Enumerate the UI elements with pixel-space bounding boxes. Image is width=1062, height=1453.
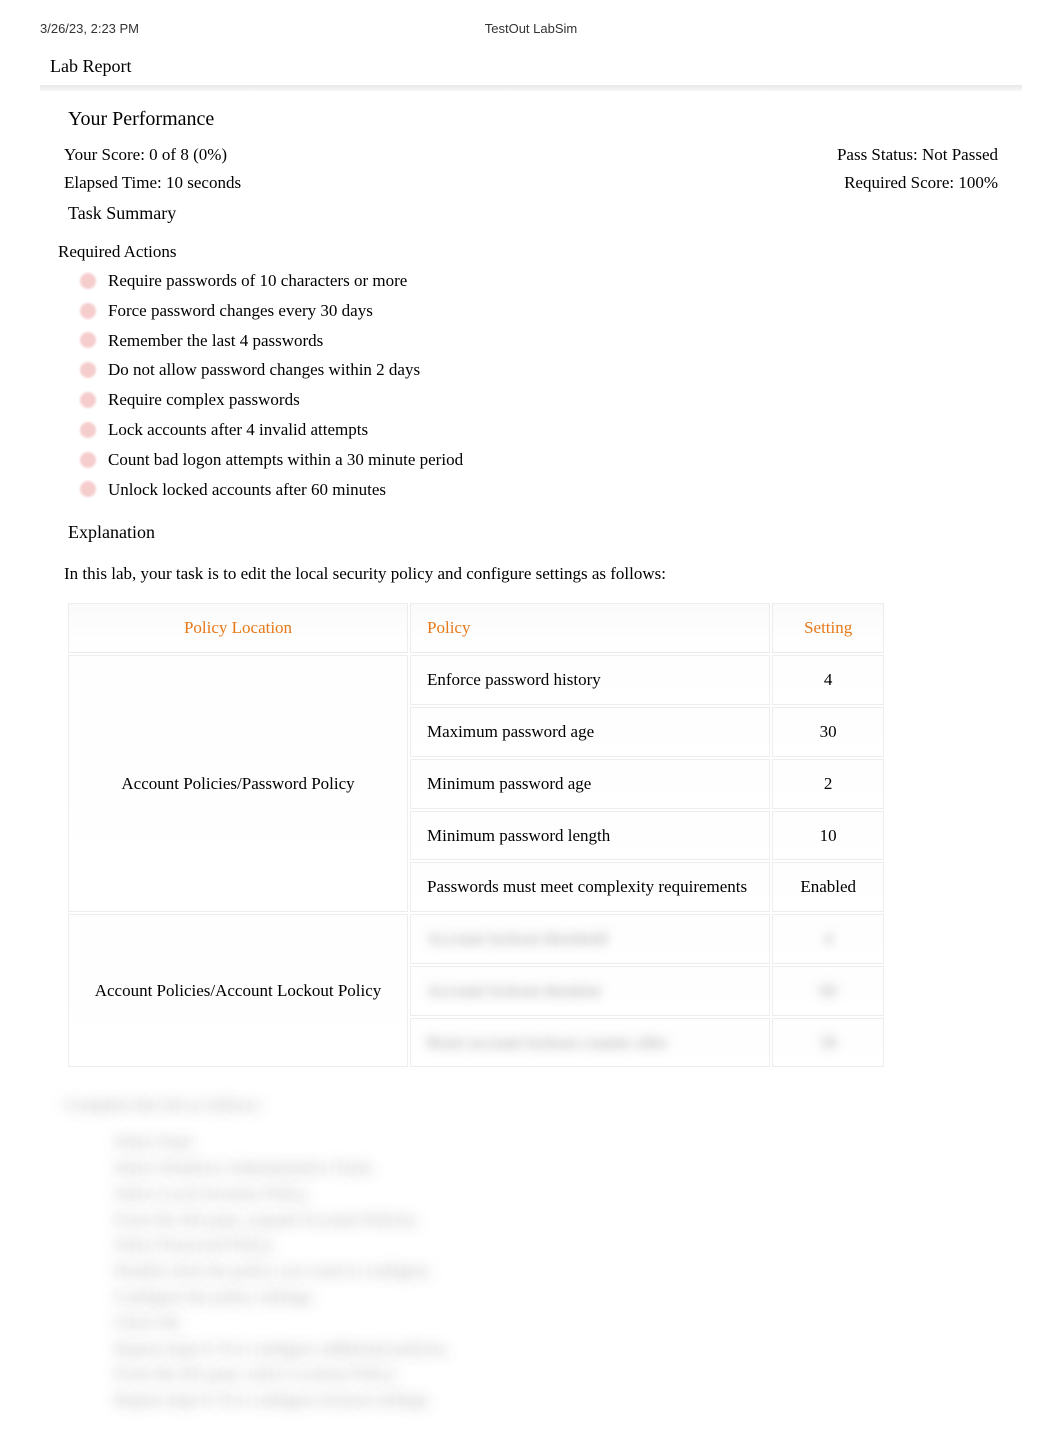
cell-setting: 60	[772, 966, 884, 1016]
instructions-list: Select Start. Select Windows Administrat…	[64, 1121, 998, 1413]
instruction-step: Repeat steps 6–8 to configure lockout se…	[114, 1387, 998, 1413]
page-header: 3/26/23, 2:23 PM TestOut LabSim	[40, 20, 1022, 46]
action-text: Count bad logon attempts within a 30 min…	[108, 448, 463, 472]
cell-setting: 30	[772, 707, 884, 757]
list-item: Remember the last 4 passwords	[80, 326, 1022, 356]
elapsed-time: Elapsed Time: 10 seconds	[64, 171, 241, 195]
cell-setting: 30	[772, 1018, 884, 1068]
instruction-step: From the left pane, expand Account Polic…	[114, 1207, 998, 1233]
list-item: Force password changes every 30 days	[80, 296, 1022, 326]
instruction-step: Select Local Security Policy.	[114, 1181, 998, 1207]
performance-heading: Your Performance	[40, 99, 1022, 143]
cell-policy: Minimum password age	[410, 759, 770, 809]
th-location: Policy Location	[68, 603, 408, 653]
table-header-row: Policy Location Policy Setting	[68, 603, 884, 653]
list-item: Unlock locked accounts after 60 minutes	[80, 475, 1022, 505]
policy-table: Policy Location Policy Setting Account P…	[66, 601, 886, 1069]
fail-icon	[80, 332, 96, 348]
action-text: Force password changes every 30 days	[108, 299, 373, 323]
instruction-step: Double-click the policy you want to conf…	[114, 1258, 998, 1284]
cell-setting: 10	[772, 811, 884, 861]
score-block: Your Score: 0 of 8 (0%) Elapsed Time: 10…	[40, 143, 1022, 195]
required-actions-list: Require passwords of 10 characters or mo…	[40, 266, 1022, 514]
instructions-section: Complete this lab as follows: Select Sta…	[40, 1069, 1022, 1433]
cell-policy: Account lockout duration	[410, 966, 770, 1016]
instruction-step: Configure the policy settings.	[114, 1284, 998, 1310]
instruction-step: Select Password Policy.	[114, 1232, 998, 1258]
cell-policy: Maximum password age	[410, 707, 770, 757]
cell-setting: Enabled	[772, 862, 884, 912]
header-appname: TestOut LabSim	[367, 20, 694, 38]
fail-icon	[80, 452, 96, 468]
cell-policy: Account lockout threshold	[410, 914, 770, 964]
task-summary-heading: Task Summary	[40, 195, 1022, 236]
action-text: Remember the last 4 passwords	[108, 329, 323, 353]
list-item: Require complex passwords	[80, 385, 1022, 415]
table-row: Account Policies/Password Policy Enforce…	[68, 655, 884, 705]
header-timestamp: 3/26/23, 2:23 PM	[40, 20, 367, 38]
instruction-step: Click OK.	[114, 1310, 998, 1336]
fail-icon	[80, 362, 96, 378]
fail-icon	[80, 481, 96, 497]
action-text: Require passwords of 10 characters or mo…	[108, 269, 407, 293]
score-value: Your Score: 0 of 8 (0%)	[64, 143, 241, 167]
explanation-heading: Explanation	[40, 514, 1022, 555]
instruction-step: From the left pane, select Lockout Polic…	[114, 1361, 998, 1387]
required-score: Required Score: 100%	[837, 171, 998, 195]
action-text: Require complex passwords	[108, 388, 300, 412]
cell-policy: Minimum password length	[410, 811, 770, 861]
action-text: Do not allow password changes within 2 d…	[108, 358, 420, 382]
instructions-lead: Complete this lab as follows:	[64, 1093, 998, 1117]
fail-icon	[80, 392, 96, 408]
cell-policy: Enforce password history	[410, 655, 770, 705]
action-text: Lock accounts after 4 invalid attempts	[108, 418, 368, 442]
th-setting: Setting	[772, 603, 884, 653]
cell-location: Account Policies/Password Policy	[68, 655, 408, 912]
instruction-step: Repeat steps 6–8 to configure additional…	[114, 1336, 998, 1362]
list-item: Require passwords of 10 characters or mo…	[80, 266, 1022, 296]
cell-location: Account Policies/Account Lockout Policy	[68, 914, 408, 1067]
cell-policy: Reset account lockout counter after	[410, 1018, 770, 1068]
action-text: Unlock locked accounts after 60 minutes	[108, 478, 386, 502]
instruction-step: Select Windows Administrative Tools.	[114, 1155, 998, 1181]
fail-icon	[80, 273, 96, 289]
fail-icon	[80, 303, 96, 319]
pass-status: Pass Status: Not Passed	[837, 143, 998, 167]
cell-setting: 2	[772, 759, 884, 809]
list-item: Lock accounts after 4 invalid attempts	[80, 415, 1022, 445]
cell-setting: 4	[772, 655, 884, 705]
list-item: Do not allow password changes within 2 d…	[80, 355, 1022, 385]
fail-icon	[80, 422, 96, 438]
lab-report-title: Lab Report	[40, 46, 1022, 83]
explanation-intro: In this lab, your task is to edit the lo…	[40, 556, 1022, 602]
divider	[40, 85, 1022, 91]
instruction-step: Select Start.	[114, 1129, 998, 1155]
th-policy: Policy	[410, 603, 770, 653]
cell-setting: 4	[772, 914, 884, 964]
required-actions-label: Required Actions	[40, 236, 1022, 266]
table-row: Account Policies/Account Lockout Policy …	[68, 914, 884, 964]
list-item: Count bad logon attempts within a 30 min…	[80, 445, 1022, 475]
cell-policy: Passwords must meet complexity requireme…	[410, 862, 770, 912]
